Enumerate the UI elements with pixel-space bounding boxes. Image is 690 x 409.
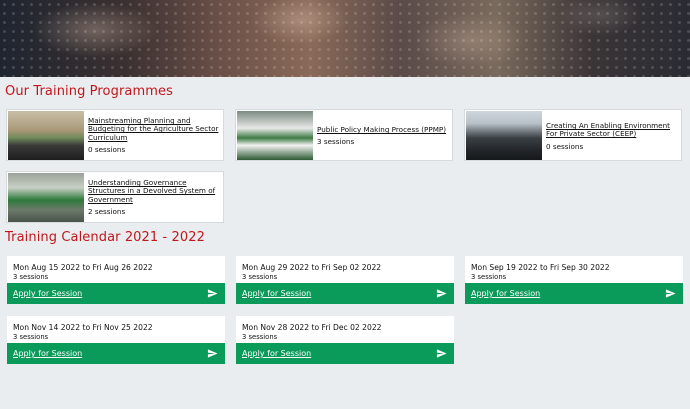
programme-session-count: 3 sessions <box>317 137 355 147</box>
session-count: 3 sessions <box>13 333 49 341</box>
send-icon <box>436 349 447 358</box>
apply-label: Apply for Session <box>242 289 312 298</box>
programme-thumbnail <box>466 111 542 160</box>
session-count: 3 sessions <box>242 273 278 281</box>
session-count: 3 sessions <box>13 273 49 281</box>
apply-label: Apply for Session <box>242 349 312 358</box>
programme-title-link[interactable]: Creating An Enabling Environment For Pri… <box>546 121 677 139</box>
programmes-heading: Our Training Programmes <box>5 84 173 99</box>
session-date-range: Mon Aug 29 2022 to Fri Sep 02 2022 <box>242 263 382 272</box>
apply-label: Apply for Session <box>471 289 541 298</box>
programme-title-link[interactable]: Public Policy Making Process (PPMP) <box>317 125 448 134</box>
programme-session-count: 2 sessions <box>88 207 126 217</box>
programme-thumbnail <box>237 111 313 160</box>
send-icon <box>665 289 676 298</box>
apply-for-session-button[interactable]: Apply for Session <box>236 343 454 364</box>
session-count: 3 sessions <box>242 333 278 341</box>
programme-title-link[interactable]: Mainstreaming Planning and Budgeting for… <box>88 116 219 142</box>
calendar-card: Mon Nov 14 2022 to Fri Nov 25 2022 3 ses… <box>7 316 225 364</box>
send-icon <box>207 349 218 358</box>
calendar-card: Mon Sep 19 2022 to Fri Sep 30 2022 3 ses… <box>465 256 683 304</box>
hero-banner <box>0 0 690 77</box>
session-count: 3 sessions <box>471 273 507 281</box>
programme-thumbnail <box>8 111 84 160</box>
programme-session-count: 0 sessions <box>88 145 126 155</box>
session-date-range: Mon Aug 15 2022 to Fri Aug 26 2022 <box>13 263 153 272</box>
programme-session-count: 0 sessions <box>546 141 584 151</box>
calendar-card: Mon Aug 15 2022 to Fri Aug 26 2022 3 ses… <box>7 256 225 304</box>
calendar-heading: Training Calendar 2021 - 2022 <box>5 230 206 245</box>
apply-for-session-button[interactable]: Apply for Session <box>236 283 454 304</box>
session-date-range: Mon Sep 19 2022 to Fri Sep 30 2022 <box>471 263 610 272</box>
calendar-card: Mon Aug 29 2022 to Fri Sep 02 2022 3 ses… <box>236 256 454 304</box>
apply-for-session-button[interactable]: Apply for Session <box>7 283 225 304</box>
calendar-card: Mon Nov 28 2022 to Fri Dec 02 2022 3 ses… <box>236 316 454 364</box>
programme-card[interactable]: Creating An Enabling Environment For Pri… <box>464 109 682 161</box>
apply-for-session-button[interactable]: Apply for Session <box>465 283 683 304</box>
programme-card[interactable]: Mainstreaming Planning and Budgeting for… <box>6 109 224 161</box>
send-icon <box>436 289 447 298</box>
programme-card[interactable]: Public Policy Making Process (PPMP) 3 se… <box>235 109 453 161</box>
apply-label: Apply for Session <box>13 349 83 358</box>
apply-for-session-button[interactable]: Apply for Session <box>7 343 225 364</box>
programme-thumbnail <box>8 173 84 222</box>
programme-card[interactable]: Understanding Governance Structures in a… <box>6 171 224 223</box>
session-date-range: Mon Nov 28 2022 to Fri Dec 02 2022 <box>242 323 382 332</box>
programme-title-link[interactable]: Understanding Governance Structures in a… <box>88 178 219 204</box>
session-date-range: Mon Nov 14 2022 to Fri Nov 25 2022 <box>13 323 153 332</box>
apply-label: Apply for Session <box>13 289 83 298</box>
send-icon <box>207 289 218 298</box>
